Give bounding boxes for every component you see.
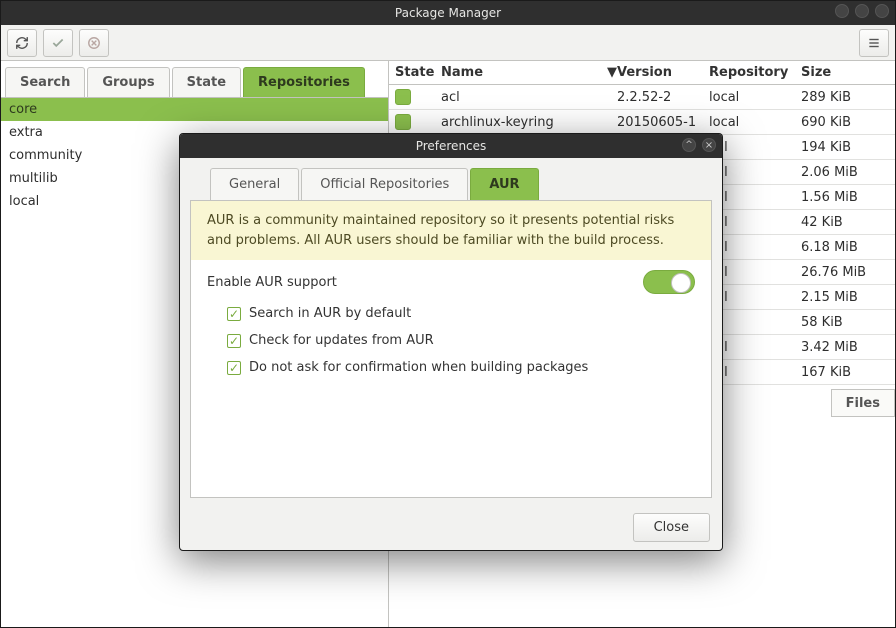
dialog-footer: Close <box>180 504 722 550</box>
preferences-panel: AUR is a community maintained repository… <box>190 200 712 498</box>
checkbox-row: ✓ Search in AUR by default <box>191 300 711 327</box>
dialog-up-icon[interactable]: ^ <box>682 138 696 152</box>
enable-aur-row: Enable AUR support <box>191 260 711 300</box>
close-button[interactable]: Close <box>633 513 710 542</box>
preferences-dialog: Preferences ^ × GeneralOfficial Reposito… <box>179 133 723 551</box>
enable-aur-label: Enable AUR support <box>207 275 337 290</box>
close-button-label: Close <box>654 520 689 535</box>
checkbox[interactable]: ✓ <box>227 334 241 348</box>
pref-tab-official[interactable]: Official Repositories <box>301 168 468 200</box>
checkbox-label: Search in AUR by default <box>249 306 411 321</box>
enable-aur-toggle[interactable] <box>643 270 695 294</box>
checkbox[interactable]: ✓ <box>227 307 241 321</box>
checkbox-label: Do not ask for confirmation when buildin… <box>249 360 588 375</box>
overlay: Preferences ^ × GeneralOfficial Reposito… <box>0 0 896 628</box>
pref-tab-aur[interactable]: AUR <box>470 168 538 200</box>
dialog-titlebar: Preferences ^ × <box>180 134 722 158</box>
aur-warning: AUR is a community maintained repository… <box>191 201 711 260</box>
checkbox-row: ✓ Do not ask for confirmation when buildi… <box>191 354 711 381</box>
dialog-close-icon[interactable]: × <box>702 138 716 152</box>
dialog-title: Preferences <box>180 139 722 153</box>
checkbox-row: ✓ Check for updates from AUR <box>191 327 711 354</box>
pref-tab-general[interactable]: General <box>210 168 299 200</box>
checkbox-label: Check for updates from AUR <box>249 333 434 348</box>
preferences-tabs: GeneralOfficial RepositoriesAUR <box>190 168 712 200</box>
dialog-body: GeneralOfficial RepositoriesAUR AUR is a… <box>180 158 722 504</box>
checkbox[interactable]: ✓ <box>227 361 241 375</box>
